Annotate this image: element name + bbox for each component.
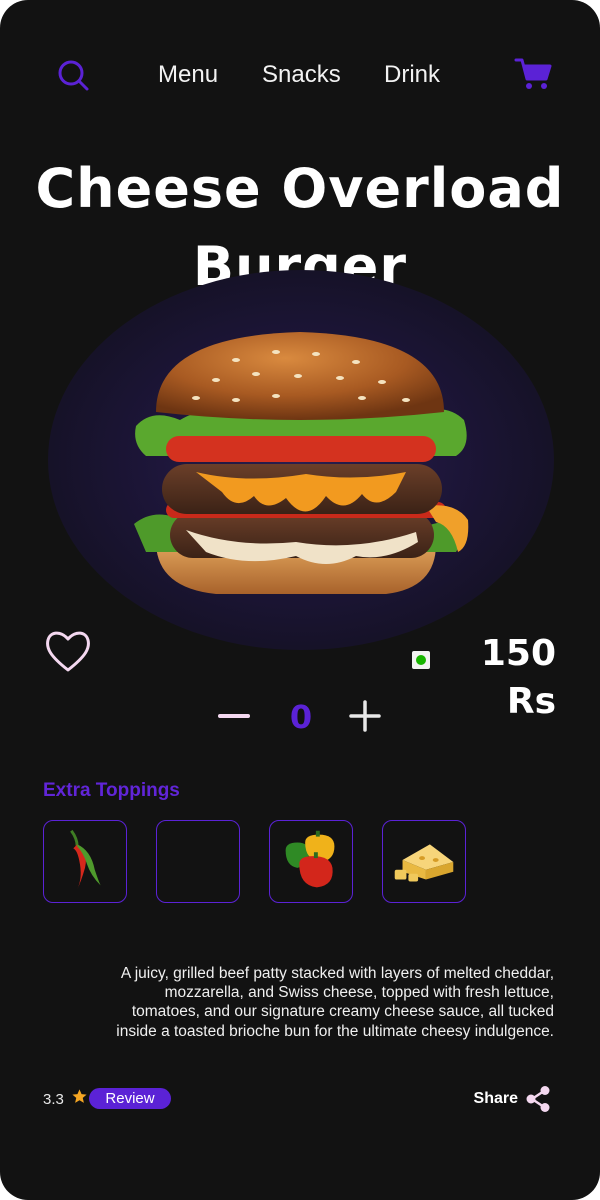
review-button[interactable]: Review xyxy=(89,1088,171,1109)
topping-bell-peppers[interactable] xyxy=(269,820,353,903)
star-icon xyxy=(71,1088,88,1105)
quantity-value: 0 xyxy=(289,698,313,736)
product-screen: Menu Snacks Drink Cheese Overload Burger xyxy=(0,0,600,1200)
nav-link-menu[interactable]: Menu xyxy=(158,58,218,92)
quantity-plus-button[interactable] xyxy=(349,700,381,732)
quantity-minus-button[interactable] xyxy=(218,700,250,732)
cheese-icon xyxy=(394,844,454,882)
nav-link-snacks[interactable]: Snacks xyxy=(262,58,341,92)
cart-icon[interactable] xyxy=(514,56,554,92)
product-description: A juicy, grilled beef patty stacked with… xyxy=(116,965,554,1040)
nav-link-drink[interactable]: Drink xyxy=(384,58,440,92)
extra-toppings-title: Extra Toppings xyxy=(43,780,180,801)
share-label[interactable]: Share xyxy=(468,1088,518,1110)
share-icon[interactable] xyxy=(524,1085,552,1113)
top-nav: Menu Snacks Drink xyxy=(0,58,600,94)
chilli-pepper-icon xyxy=(70,829,101,890)
topping-chilli[interactable] xyxy=(43,820,127,903)
favorite-heart-icon[interactable] xyxy=(44,628,92,674)
topping-empty-slot[interactable] xyxy=(156,820,240,903)
burger-image xyxy=(126,316,474,606)
topping-cheese[interactable] xyxy=(382,820,466,903)
product-title-line1: Cheese Overload xyxy=(35,157,565,220)
rating-value: 3.3 xyxy=(43,1091,64,1108)
bell-peppers-icon xyxy=(285,830,335,888)
price-label: 150 Rs xyxy=(480,633,556,722)
veg-indicator-icon xyxy=(412,651,430,669)
